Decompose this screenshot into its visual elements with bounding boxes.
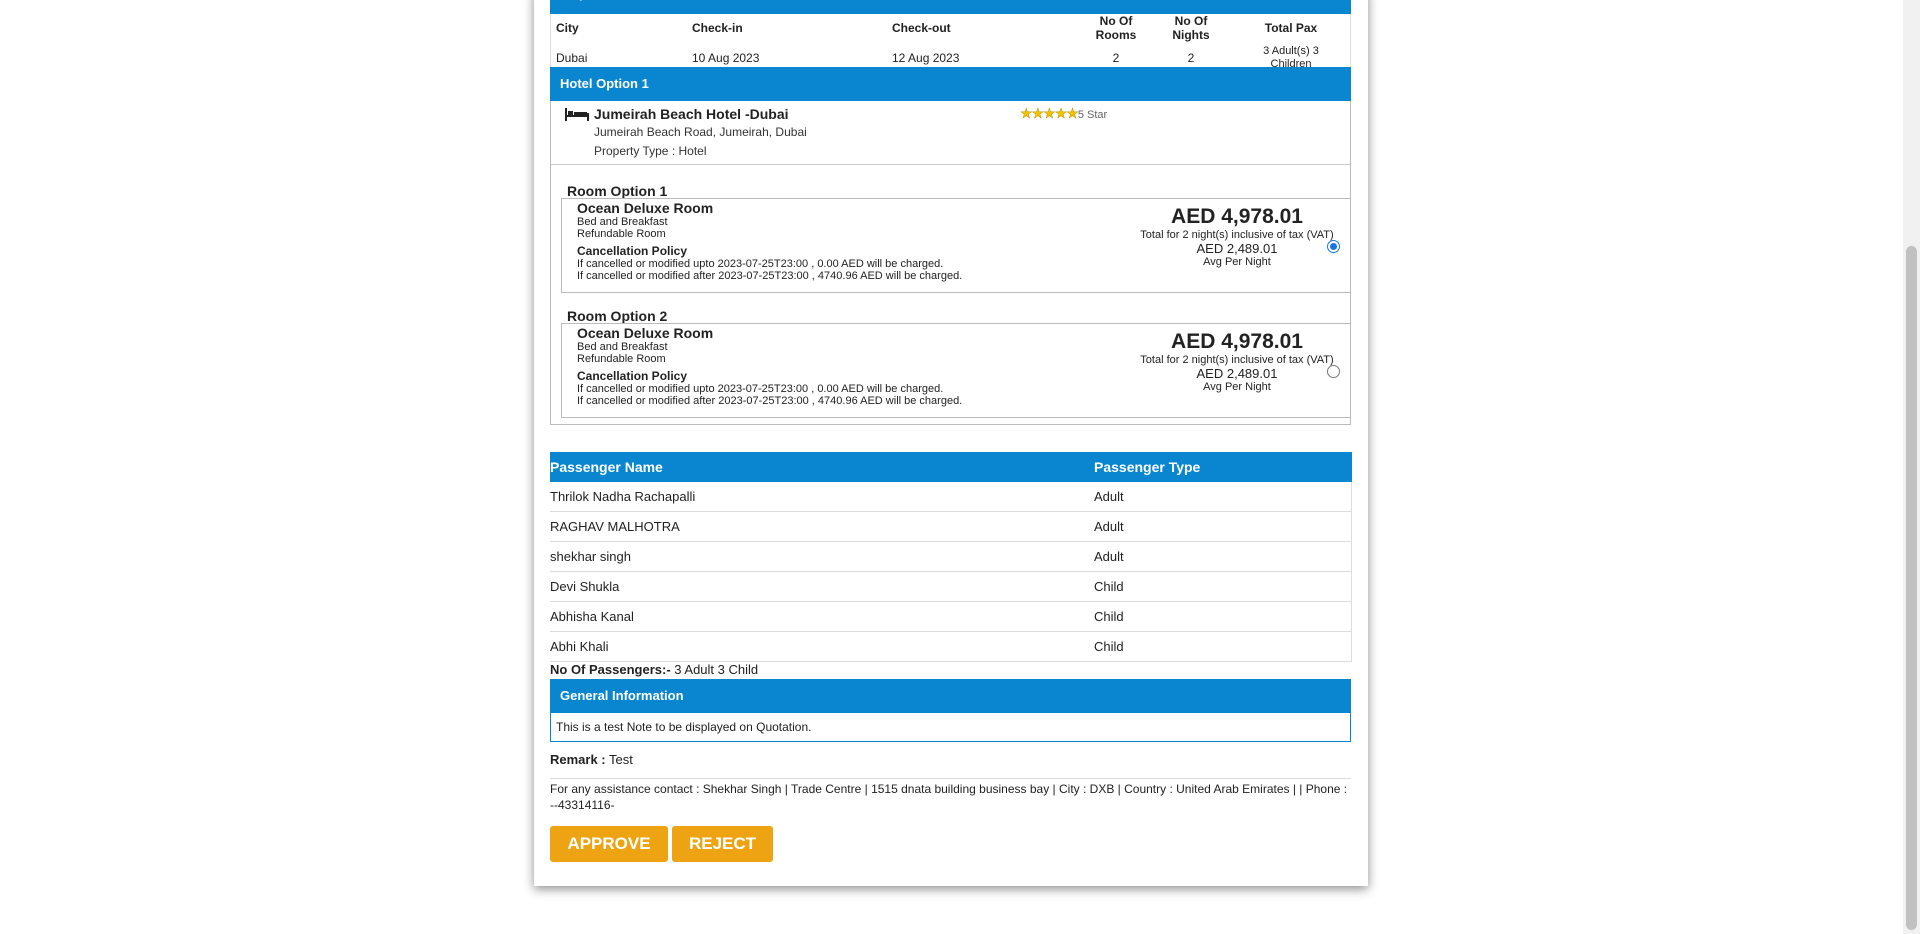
hotel-info: Jumeirah Beach Hotel -Dubai ★★★★★5 Star … [551, 101, 1350, 165]
room-select-radio[interactable] [1327, 365, 1340, 378]
hotel-name: Jumeirah Beach Hotel -Dubai [594, 106, 789, 122]
star-icon: ★ [1020, 105, 1033, 121]
passenger-name: Abhisha Kanal [550, 609, 634, 624]
room-option-title: Room Option 2 [567, 308, 668, 324]
hotel-address: Jumeirah Beach Road, Jumeirah, Dubai [594, 125, 807, 139]
passenger-type: Child [1094, 609, 1124, 624]
passenger-count-value: 3 Adult 3 Child [670, 662, 759, 677]
passenger-name: Devi Shukla [550, 579, 620, 594]
passenger-type: Child [1094, 579, 1124, 594]
table-row: Devi Shukla Child [550, 572, 1352, 602]
general-information-note: This is a test Note to be displayed on Q… [550, 713, 1351, 742]
passenger-type: Adult [1094, 549, 1124, 564]
room-avg-label: Avg Per Night [1203, 256, 1271, 268]
requirement-header: Requirement [550, 0, 1351, 14]
col-nights: No Of Nights [1172, 14, 1210, 42]
passenger-count: No Of Passengers:- 3 Adult 3 Child [550, 662, 758, 677]
quotation-card: Requirement City Check-in Check-out No O… [534, 0, 1368, 886]
property-type: Property Type : Hotel [594, 144, 707, 158]
room-option-box: Ocean Deluxe Room Bed and Breakfast Refu… [561, 323, 1351, 418]
rating-label: 5 Star [1077, 109, 1108, 121]
table-row: RAGHAV MALHOTRA Adult [550, 512, 1352, 542]
room-avg-price: AED 2,489.01 [1196, 366, 1278, 381]
divider [550, 778, 1351, 779]
table-row: Thrilok Nadha Rachapalli Adult [550, 482, 1352, 512]
approve-button[interactable]: APPROVE [550, 826, 668, 862]
passenger-count-label: No Of Passengers:- [550, 662, 671, 677]
hotel-option-box: Jumeirah Beach Hotel -Dubai ★★★★★5 Star … [550, 101, 1351, 425]
general-information-header: General Information [550, 679, 1351, 713]
room-name: Ocean Deluxe Room [577, 325, 714, 341]
room-option-box: Ocean Deluxe Room Bed and Breakfast Refu… [561, 198, 1351, 293]
star-icon: ★ [1043, 105, 1056, 121]
room-name: Ocean Deluxe Room [577, 200, 714, 216]
passenger-type: Adult [1094, 519, 1124, 534]
req-rooms: 2 [1112, 51, 1120, 65]
passenger-name: shekhar singh [550, 549, 631, 564]
star-icon: ★ [1054, 105, 1067, 121]
room-refund: Refundable Room [577, 353, 666, 365]
room-total-note: Total for 2 night(s) inclusive of tax (V… [1140, 354, 1334, 366]
req-city: Dubai [556, 51, 588, 65]
remark-label: Remark : [550, 752, 606, 767]
room-price: AED 4,978.01 Total for 2 night(s) inclus… [1137, 205, 1337, 268]
passenger-name: Thrilok Nadha Rachapalli [550, 489, 696, 504]
col-checkin: Check-in [692, 21, 743, 35]
table-row: shekhar singh Adult [550, 542, 1352, 572]
table-row: Abhi Khali Child [550, 632, 1352, 662]
assistance-contact: For any assistance contact : Shekhar Sin… [550, 782, 1348, 812]
col-passenger-type: Passenger Type [1094, 459, 1201, 475]
col-city: City [556, 21, 579, 35]
cancellation-policy-line: If cancelled or modified after 2023-07-2… [577, 395, 963, 407]
room-avg-label: Avg Per Night [1203, 381, 1271, 393]
requirement-table: City Check-in Check-out No Of Rooms No O… [550, 14, 1351, 70]
star-icon: ★ [1066, 105, 1079, 121]
cancellation-policy-title: Cancellation Policy [577, 244, 688, 258]
table-row: Abhisha Kanal Child [550, 602, 1352, 632]
room-price: AED 4,978.01 Total for 2 night(s) inclus… [1137, 330, 1337, 393]
col-pax: Total Pax [1264, 21, 1318, 35]
room-total-note: Total for 2 night(s) inclusive of tax (V… [1140, 229, 1334, 241]
cancellation-policy-title: Cancellation Policy [577, 369, 688, 383]
passenger-name: RAGHAV MALHOTRA [550, 519, 680, 534]
remark: Remark : Test [550, 752, 633, 767]
req-checkout: 12 Aug 2023 [892, 51, 960, 65]
hotel-rating: ★★★★★5 Star [1020, 105, 1107, 122]
cancellation-policy-line: If cancelled or modified upto 2023-07-25… [577, 383, 944, 395]
passenger-type: Adult [1094, 489, 1124, 504]
cancellation-policy-line: If cancelled or modified upto 2023-07-25… [577, 258, 944, 270]
scrollbar-thumb[interactable] [1906, 246, 1917, 930]
room-board: Bed and Breakfast [577, 216, 668, 228]
room-select-radio[interactable] [1327, 240, 1340, 253]
col-checkout: Check-out [892, 21, 951, 35]
passenger-table-header: Passenger Name Passenger Type [550, 452, 1352, 482]
reject-button[interactable]: REJECT [672, 826, 773, 862]
room-total-price: AED 4,978.01 [1171, 205, 1303, 228]
room-board: Bed and Breakfast [577, 341, 668, 353]
room-avg-price: AED 2,489.01 [1196, 241, 1278, 256]
hotel-option-header: Hotel Option 1 [550, 67, 1351, 101]
room-option-title: Room Option 1 [567, 183, 668, 199]
remark-value: Test [605, 752, 633, 767]
col-passenger-name: Passenger Name [550, 459, 663, 475]
req-checkin: 10 Aug 2023 [692, 51, 760, 65]
passenger-type: Child [1094, 639, 1124, 654]
col-rooms: No Of Rooms [1095, 14, 1137, 42]
star-icon: ★ [1031, 105, 1044, 121]
page-scrollbar[interactable] [1903, 0, 1920, 934]
room-total-price: AED 4,978.01 [1171, 330, 1303, 353]
bed-icon [565, 108, 589, 121]
cancellation-policy-line: If cancelled or modified after 2023-07-2… [577, 270, 963, 282]
room-refund: Refundable Room [577, 228, 666, 240]
req-nights: 2 [1187, 51, 1195, 65]
passenger-name: Abhi Khali [550, 639, 609, 654]
